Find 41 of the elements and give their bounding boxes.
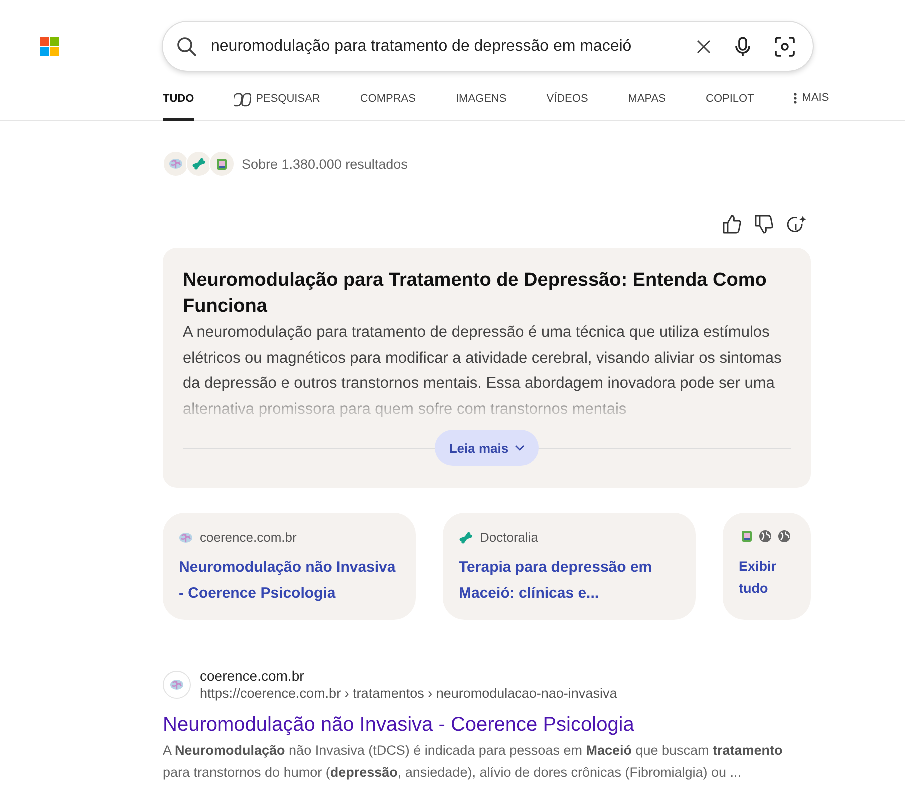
result-title-link[interactable]: Neuromodulação não Invasiva - Coerence Psicologia (163, 712, 811, 738)
crest-icon (741, 530, 753, 543)
source-title: Neuromodulação não Invasiva - Coerence Psicologia (179, 558, 397, 604)
show-all-label: Exibir tudo (739, 558, 778, 598)
thumbs-up-icon[interactable] (723, 215, 741, 234)
nav-tab[interactable]: COPILOT (706, 89, 754, 121)
source-name: coerence.com.br (200, 530, 297, 545)
nav-tab[interactable]: IMAGENS (456, 89, 507, 121)
globe-icon (778, 530, 791, 543)
show-all-card[interactable]: Exibir tudo (723, 513, 811, 620)
copilot-icon (234, 93, 252, 107)
camera-icon[interactable] (775, 36, 795, 56)
source-title: Terapia para depressão em Maceió: clínicas e... (459, 558, 654, 604)
summary-title: Neuromodulação para Tratamento de Depressão: Entenda Como Funciona (183, 269, 768, 319)
close-icon[interactable] (697, 40, 711, 54)
chevron-down-icon (514, 445, 525, 451)
logo-icon[interactable] (40, 37, 59, 56)
nav-tab[interactable]: PESQUISAR (234, 89, 320, 121)
result-url[interactable]: https://coerence.com.br › tratamentos › neuromodulacao-nao-invasiva (200, 685, 618, 702)
source-card[interactable]: Doctoralia Terapia para depressão em Maceió: clínicas e... (443, 513, 696, 620)
search-icon[interactable] (177, 36, 197, 56)
summary-text: A neuromodulação para tratamento de depressão é uma técnica que utiliza estímulos elétricos ou magnéticos para modificar a atividade cerebral, visando aliviar os sintomas da depressão e outros transtornos mentais. Essa abordagem inovadora pode ser uma alternativa promissora para quem sofre com transtornos mentais (183, 323, 783, 420)
result-snippet: A Neuromodulação não Invasiva (tDCS) é indicada para pessoas em Maceió que buscam tratamento para transtornos do humor (depressão, ansiedade), alívio de dores crônicas (Fibromialgia) ou ... (163, 742, 784, 782)
source-name: Doctoralia (480, 530, 539, 545)
crest-icon (216, 158, 228, 170)
globe-icon (759, 530, 772, 543)
result-count: Sobre 1.380.000 resultados (242, 156, 408, 172)
microphone-icon[interactable] (735, 36, 751, 56)
nav-tab[interactable]: VÍDEOS (546, 89, 588, 121)
search-query: neuromodulação para tratamento de depressão em maceió (211, 38, 633, 56)
info-sparkle-icon[interactable] (787, 215, 807, 235)
more-icon (794, 92, 798, 104)
read-more-button[interactable]: Leia mais (435, 430, 539, 466)
nav-tab[interactable]: MAPAS (628, 89, 666, 121)
source-card[interactable]: coerence.com.br Neuromodulação não Invasiva - Coerence Psicologia (163, 513, 416, 620)
site-name: coerence.com.br (200, 668, 306, 685)
nav-tab[interactable]: MAIS (794, 85, 830, 114)
nav-tab[interactable]: COMPRAS (360, 89, 416, 121)
nav-tab[interactable]: TUDO (163, 89, 194, 121)
search-field[interactable]: neuromodulação para tratamento de depressão em maceió (163, 22, 813, 71)
thumbs-down-icon[interactable] (755, 215, 773, 234)
